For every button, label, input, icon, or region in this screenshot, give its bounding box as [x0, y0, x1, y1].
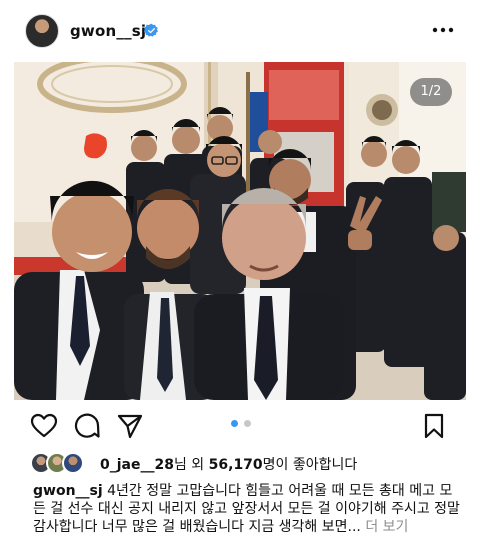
more-horizontal-icon[interactable] [430, 20, 456, 40]
caption-username[interactable]: gwon__sj [33, 483, 103, 499]
comment-icon[interactable] [73, 412, 101, 440]
post-header: gwon__sj [0, 0, 480, 62]
avatar[interactable] [25, 14, 59, 48]
likes-summary[interactable]: 0_jae__28님 외 56,170명이 좋아합니다 [100, 454, 357, 474]
post-photo[interactable]: 1/2 [14, 62, 466, 400]
carousel-dots [228, 420, 258, 428]
post-username[interactable]: gwon__sj [70, 22, 146, 40]
likes-row: 0_jae__28님 외 56,170명이 좋아합니다 [30, 452, 470, 476]
bookmark-icon[interactable] [420, 412, 448, 440]
post-caption: gwon__sj 4년간 정말 고맙습니다 힘들고 어려울 때 모든 총대 메고… [33, 482, 463, 536]
heart-icon[interactable] [30, 412, 58, 440]
action-bar [0, 402, 480, 448]
more-link[interactable]: 더 보기 [365, 519, 408, 535]
liker-username[interactable]: 0_jae__28 [100, 457, 174, 473]
liker-avatar[interactable] [62, 452, 84, 474]
likes-count[interactable]: 56,170 [209, 457, 263, 473]
likes-suffix: 명이 좋아합니다 [262, 457, 358, 473]
send-icon[interactable] [116, 412, 144, 440]
group-photo-illustration [14, 62, 466, 400]
carousel-dot-active[interactable] [231, 420, 238, 427]
image-counter: 1/2 [410, 78, 452, 106]
likes-middle: 님 외 [173, 457, 205, 473]
verified-badge-icon [144, 23, 158, 37]
carousel-dot[interactable] [244, 420, 251, 427]
